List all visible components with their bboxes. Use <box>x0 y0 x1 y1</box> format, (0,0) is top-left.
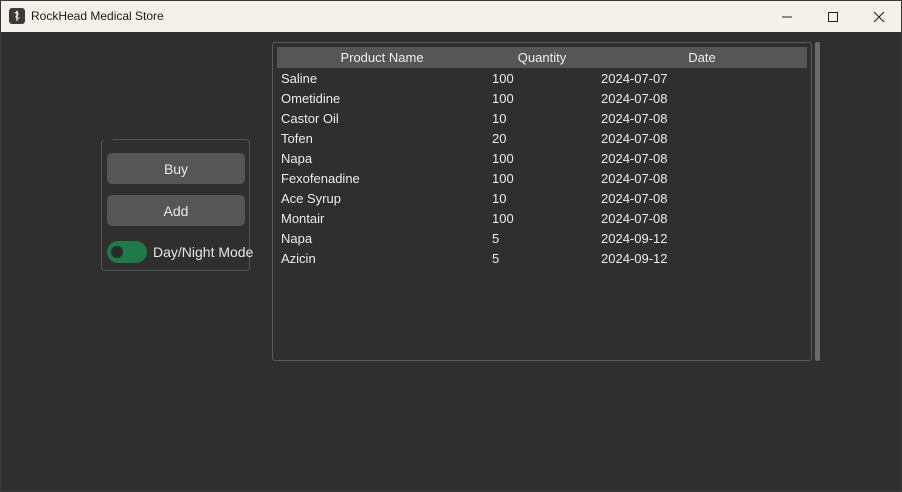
day-night-label: Day/Night Mode <box>153 244 254 260</box>
product-name-cell: Tofen <box>281 131 313 146</box>
quantity-cell: 10 <box>492 191 507 206</box>
product-name-cell: Ace Syrup <box>281 191 341 206</box>
table-header: Product Name Quantity Date <box>277 47 807 68</box>
minimize-button[interactable] <box>764 1 810 32</box>
quantity-cell: 100 <box>492 171 514 186</box>
buy-button[interactable]: Buy <box>107 153 245 184</box>
day-night-switch[interactable] <box>107 241 147 263</box>
date-cell: 2024-09-12 <box>601 251 668 266</box>
table-row[interactable]: Montair 100 2024-07-08 <box>281 210 807 230</box>
quantity-cell: 100 <box>492 91 514 106</box>
maximize-button[interactable] <box>810 1 856 32</box>
title-bar: RockHead Medical Store <box>1 1 901 32</box>
add-button[interactable]: Add <box>107 195 245 226</box>
table-scrollbar[interactable] <box>815 42 820 361</box>
product-name-cell: Azicin <box>281 251 316 266</box>
product-name-cell: Ometidine <box>281 91 341 106</box>
date-cell: 2024-07-07 <box>601 71 668 86</box>
date-cell: 2024-07-08 <box>601 191 668 206</box>
quantity-cell: 100 <box>492 211 514 226</box>
product-name-cell: Fexofenadine <box>281 171 360 186</box>
date-cell: 2024-07-08 <box>601 131 668 146</box>
table-row[interactable]: Ometidine 100 2024-07-08 <box>281 90 807 110</box>
table-row[interactable]: Fexofenadine 100 2024-07-08 <box>281 170 807 190</box>
quantity-cell: 10 <box>492 111 507 126</box>
panel-notch <box>101 138 113 140</box>
app-logo-icon <box>9 8 25 24</box>
table-row[interactable]: Saline 100 2024-07-07 <box>281 70 807 90</box>
maximize-icon <box>828 11 838 22</box>
quantity-cell: 100 <box>492 151 514 166</box>
product-name-cell: Saline <box>281 71 318 86</box>
minimize-icon <box>782 16 792 17</box>
column-header-date[interactable]: Date <box>597 50 807 65</box>
date-cell: 2024-07-08 <box>601 211 668 226</box>
day-night-toggle-row: Day/Night Mode <box>107 241 253 263</box>
close-button[interactable] <box>856 1 902 32</box>
date-cell: 2024-07-08 <box>601 91 668 106</box>
product-name-cell: Montair <box>281 211 325 226</box>
date-cell: 2024-07-08 <box>601 151 668 166</box>
table-row[interactable]: Ace Syrup 10 2024-07-08 <box>281 190 807 210</box>
table-row[interactable]: Napa 100 2024-07-08 <box>281 150 807 170</box>
date-cell: 2024-07-08 <box>601 171 668 186</box>
control-panel: Buy Add Day/Night Mode <box>101 139 253 271</box>
switch-knob <box>111 246 123 258</box>
quantity-cell: 100 <box>492 71 514 86</box>
column-header-quantity[interactable]: Quantity <box>487 50 597 65</box>
table-row[interactable]: Azicin 5 2024-09-12 <box>281 250 807 270</box>
quantity-cell: 5 <box>492 251 500 266</box>
close-icon <box>873 11 885 22</box>
product-name-cell: Castor Oil <box>281 111 339 126</box>
product-name-cell: Napa <box>281 231 313 246</box>
date-cell: 2024-07-08 <box>601 111 668 126</box>
column-header-product-name[interactable]: Product Name <box>277 50 487 65</box>
table-row[interactable]: Castor Oil 10 2024-07-08 <box>281 110 807 130</box>
date-cell: 2024-09-12 <box>601 231 668 246</box>
product-name-cell: Napa <box>281 151 313 166</box>
product-table: Product Name Quantity Date Saline 100 20… <box>272 42 812 361</box>
quantity-cell: 5 <box>492 231 500 246</box>
table-body: Saline 100 2024-07-07 Ometidine 100 2024… <box>281 70 807 270</box>
quantity-cell: 20 <box>492 131 507 146</box>
table-row[interactable]: Napa 5 2024-09-12 <box>281 230 807 250</box>
table-row[interactable]: Tofen 20 2024-07-08 <box>281 130 807 150</box>
app-window: RockHead Medical Store Buy Add Day/Night… <box>0 0 902 492</box>
window-title: RockHead Medical Store <box>31 9 164 23</box>
